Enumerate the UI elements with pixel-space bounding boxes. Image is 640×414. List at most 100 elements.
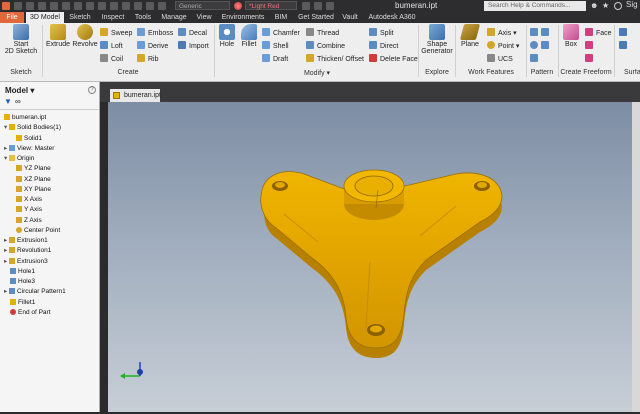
split-button[interactable]: Split [369,28,394,39]
tab-vault[interactable]: Vault [340,12,360,23]
revolve-button[interactable]: Revolve [72,24,98,48]
help-icon[interactable]: ? [88,86,96,94]
surface-tool-button[interactable] [619,28,630,39]
fillet-button[interactable]: Fillet [239,24,259,48]
browser-item[interactable]: ▸ Circular Pattern1 [4,287,66,297]
browser-item[interactable]: ▾ Solid Bodies(1) [4,123,61,133]
direct-button[interactable]: Direct [369,41,398,52]
select-icon[interactable] [98,2,106,10]
tab-get-started[interactable]: Get Started [296,12,336,23]
graphics-viewport[interactable] [108,102,640,412]
import-button[interactable]: Import [178,41,209,52]
tab-3d-model[interactable]: 3D Model [26,12,64,23]
freeform-tool-button[interactable] [585,41,596,52]
browser-item[interactable]: XZ Plane [16,175,51,185]
thread-button[interactable]: Thread [306,28,339,39]
material-icon[interactable] [146,2,154,10]
plane-button[interactable]: Plane [459,24,481,48]
tab-manage[interactable]: Manage [158,12,190,23]
browser-item[interactable]: Solid1 [16,134,42,144]
browser-item[interactable]: ▸ Extrusion1 [4,236,48,246]
sign-in-label[interactable]: Sig [626,0,638,9]
face-button[interactable]: Face [585,28,612,39]
app-menu-icon[interactable] [2,2,10,10]
tab-tools[interactable]: Tools [132,12,154,23]
browser-item[interactable]: ▸ View: Master [4,144,54,154]
tab-sketch[interactable]: Sketch [66,12,94,23]
surface-tool2-button[interactable] [619,41,630,52]
browser-item[interactable]: Fillet1 [10,298,35,308]
measure-icon[interactable] [110,2,118,10]
shape-generator-button[interactable]: Shape Generator [421,24,453,55]
new-icon[interactable] [14,2,22,10]
thicken-offset-button[interactable]: Thicken/ Offset [306,54,364,65]
browser-item[interactable]: End of Part [10,308,51,318]
browser-item[interactable]: Y Axis [16,205,42,215]
delete-face-button[interactable]: Delete Face [369,54,418,65]
document-tab[interactable]: bumeran.ipt [110,89,161,102]
coil-button[interactable]: Coil [100,54,123,65]
browser-item[interactable]: Hole1 [10,267,35,277]
browser-title[interactable]: Model ▾ [5,86,34,95]
browser-item[interactable]: ▸ Extrusion3 [4,257,48,267]
chamfer-button[interactable]: Chamfer [262,28,300,39]
customize-icon[interactable] [326,2,334,10]
shell-button[interactable]: Shell [262,41,289,52]
loft-button[interactable]: Loft [100,41,123,52]
find-icon[interactable]: ∞ [15,97,21,106]
star-icon[interactable]: ★ [602,2,610,10]
hole-button[interactable]: Hole [217,24,237,48]
redo-icon[interactable] [62,2,70,10]
decal-button[interactable]: Decal [178,28,207,39]
freeform-tool2-button[interactable] [585,54,596,65]
circular-pattern-button[interactable] [530,41,552,52]
undo-icon[interactable] [50,2,58,10]
browser-item[interactable]: Hole3 [10,277,35,287]
browser-item[interactable]: Center Point [16,226,60,236]
browser-item[interactable]: ▸ Revolution1 [4,246,51,256]
mirror-button[interactable] [530,54,541,65]
fx-icon[interactable] [314,2,322,10]
open-icon[interactable] [26,2,34,10]
browser-item[interactable]: XY Plane [16,185,51,195]
color-icon[interactable] [134,2,142,10]
tab-autodesk-a360[interactable]: Autodesk A360 [366,12,418,23]
rib-button[interactable]: Rib [137,54,159,65]
start-2d-sketch-button[interactable]: Start 2D Sketch [2,24,40,55]
rectangular-pattern-button[interactable] [530,28,552,39]
material-select[interactable]: Generic [175,1,230,10]
browser-item[interactable]: YZ Plane [16,164,51,174]
parameters-icon[interactable] [122,2,130,10]
browser-item[interactable]: X Axis [16,195,42,205]
save-icon[interactable] [38,2,46,10]
sweep-button[interactable]: Sweep [100,28,132,39]
tab-file[interactable]: File [0,12,24,23]
tab-inspect[interactable]: Inspect [98,12,128,23]
emboss-button[interactable]: Emboss [137,28,173,39]
sketch-icon[interactable] [158,2,166,10]
ucs-button[interactable]: UCS [487,54,513,65]
update-icon[interactable] [86,2,94,10]
draft-button[interactable]: Draft [262,54,288,65]
panel-modify-label[interactable]: Modify ▾ [216,69,418,77]
appearance-select[interactable]: *Light Red [245,1,297,10]
navigation-bar[interactable] [632,102,640,412]
browser-item[interactable]: bumeran.ipt [4,113,46,123]
tab-bim[interactable]: BIM [272,12,290,23]
search-input[interactable]: Search Help & Commands... [484,1,586,11]
user-icon[interactable] [614,2,622,10]
clear-appearance-icon[interactable] [302,2,310,10]
combine-button[interactable]: Combine [306,41,345,52]
tab-environments[interactable]: Environments [218,12,268,23]
derive-button[interactable]: Derive [137,41,168,52]
box-button[interactable]: Box [561,24,581,48]
point-button[interactable]: Point ▾ [487,41,519,52]
filter-icon[interactable]: ▼ [4,97,12,106]
browser-item[interactable]: ▾ Origin [4,154,34,164]
axis-button[interactable]: Axis ▾ [487,28,517,39]
part-model[interactable] [108,102,640,412]
tab-view[interactable]: View [194,12,214,23]
extrude-button[interactable]: Extrude [45,24,71,48]
home-icon[interactable] [74,2,82,10]
browser-item[interactable]: Z Axis [16,216,42,226]
